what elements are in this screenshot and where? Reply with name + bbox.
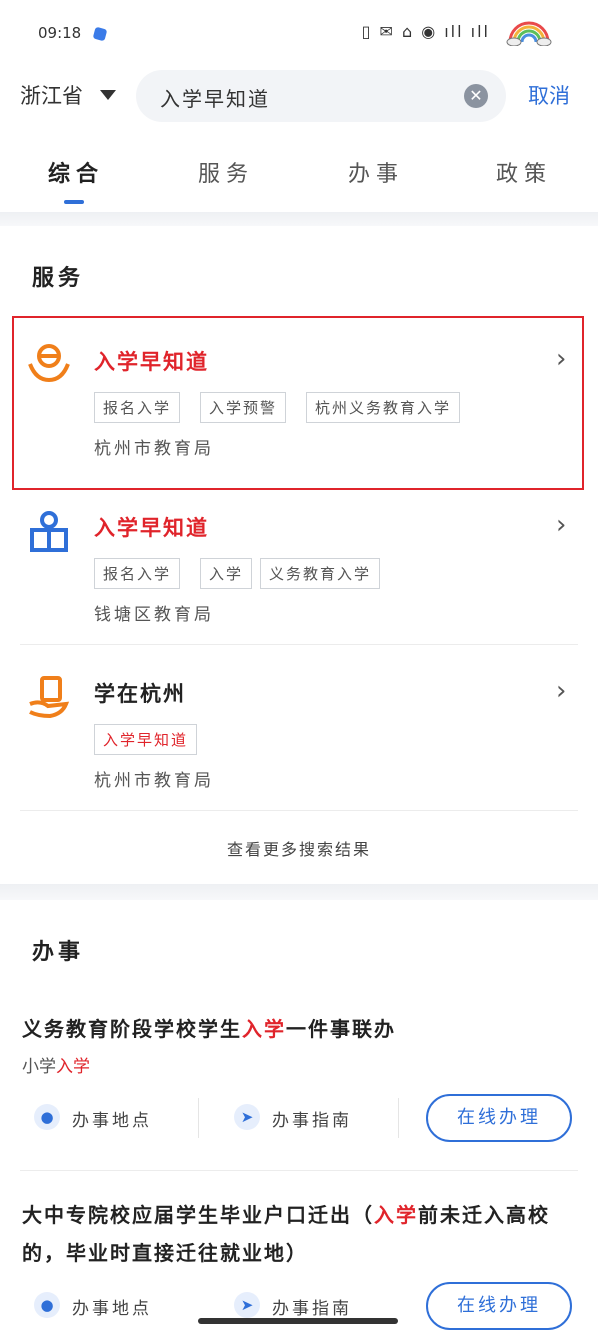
tasks-section-title: 办事 <box>32 940 85 965</box>
task-title[interactable]: 义务教育阶段学校学生入学一件事联办 <box>22 1010 582 1048</box>
section-divider <box>0 884 598 900</box>
action-divider <box>398 1098 399 1138</box>
location-pin-icon[interactable]: ● <box>34 1104 60 1130</box>
school-book-icon <box>30 511 68 552</box>
service-title[interactable]: 入学早知道 <box>94 512 209 542</box>
task-sub-text: 小学 <box>22 1057 56 1077</box>
services-section-title: 服务 <box>32 266 85 291</box>
service-tag[interactable]: 报名入学 <box>94 392 181 423</box>
guide-link[interactable]: 办事指南 <box>272 1106 352 1131</box>
compass-icon[interactable]: ➤ <box>234 1292 260 1318</box>
task-title-highlight: 入学 <box>242 1017 286 1041</box>
task-subtitle: 小学入学 <box>22 1052 90 1077</box>
service-tag[interactable]: 入学预警 <box>200 392 287 423</box>
task-title-text: 大中专院校应届学生毕业户口迁出（ <box>22 1203 374 1227</box>
service-tag[interactable]: 杭州义务教育入学 <box>306 392 461 423</box>
clear-icon[interactable]: ✕ <box>464 84 488 108</box>
list-divider <box>20 1170 578 1171</box>
section-divider <box>0 212 598 226</box>
cancel-button[interactable]: 取消 <box>528 80 570 110</box>
status-bar: 09:18 ▯ ✉ ⌂ ◉ ıll ıll <box>0 0 598 62</box>
online-apply-button[interactable]: 在线办理 <box>426 1282 572 1330</box>
location-link[interactable]: 办事地点 <box>72 1106 152 1131</box>
list-divider <box>20 810 578 811</box>
location-link[interactable]: 办事地点 <box>72 1294 152 1319</box>
search-query-text[interactable]: 入学早知道 <box>160 83 270 112</box>
home-indicator[interactable] <box>198 1318 398 1324</box>
service-title[interactable]: 学在杭州 <box>94 678 186 708</box>
chevron-right-icon[interactable]: › <box>556 344 566 374</box>
task-title-text: 义务教育阶段学校学生 <box>22 1017 242 1041</box>
service-tag[interactable]: 入学 <box>200 558 253 589</box>
list-divider <box>20 644 578 645</box>
rainbow-icon <box>506 21 552 46</box>
service-title[interactable]: 入学早知道 <box>94 346 209 376</box>
region-selector[interactable]: 浙江省 <box>20 80 83 110</box>
app-notification-icon <box>92 26 108 42</box>
hand-book-icon <box>29 676 70 719</box>
service-tag[interactable]: 报名入学 <box>94 558 181 589</box>
guide-link[interactable]: 办事指南 <box>272 1294 352 1319</box>
action-divider <box>198 1098 199 1138</box>
caret-down-icon[interactable] <box>100 90 116 100</box>
status-time: 09:18 <box>38 24 82 42</box>
more-results-link[interactable]: 查看更多搜索结果 <box>0 836 598 860</box>
service-department: 钱塘区教育局 <box>94 605 214 625</box>
e-hands-icon <box>28 344 70 383</box>
task-title[interactable]: 大中专院校应届学生毕业户口迁出（入学前未迁入高校的，毕业时直接迁往就业地） <box>22 1196 582 1272</box>
tab-policy[interactable]: 政策 <box>496 156 552 188</box>
tab-services[interactable]: 服务 <box>198 156 254 188</box>
task-title-text: 一件事联办 <box>286 1017 396 1041</box>
location-pin-icon[interactable]: ● <box>34 1292 60 1318</box>
online-apply-button[interactable]: 在线办理 <box>426 1094 572 1142</box>
tab-overall[interactable]: 综合 <box>48 156 104 188</box>
chevron-right-icon[interactable]: › <box>556 510 566 540</box>
task-sub-highlight: 入学 <box>56 1057 90 1077</box>
service-tag[interactable]: 入学早知道 <box>94 724 198 755</box>
task-title-highlight: 入学 <box>374 1203 418 1227</box>
compass-icon[interactable]: ➤ <box>234 1104 260 1130</box>
active-tab-indicator <box>64 200 84 204</box>
service-tag[interactable]: 义务教育入学 <box>260 558 381 589</box>
service-department: 杭州市教育局 <box>94 439 214 459</box>
chevron-right-icon[interactable]: › <box>556 676 566 706</box>
system-status-icons: ▯ ✉ ⌂ ◉ ıll ıll <box>361 22 490 41</box>
service-department: 杭州市教育局 <box>94 771 214 791</box>
tab-tasks[interactable]: 办事 <box>348 156 404 188</box>
